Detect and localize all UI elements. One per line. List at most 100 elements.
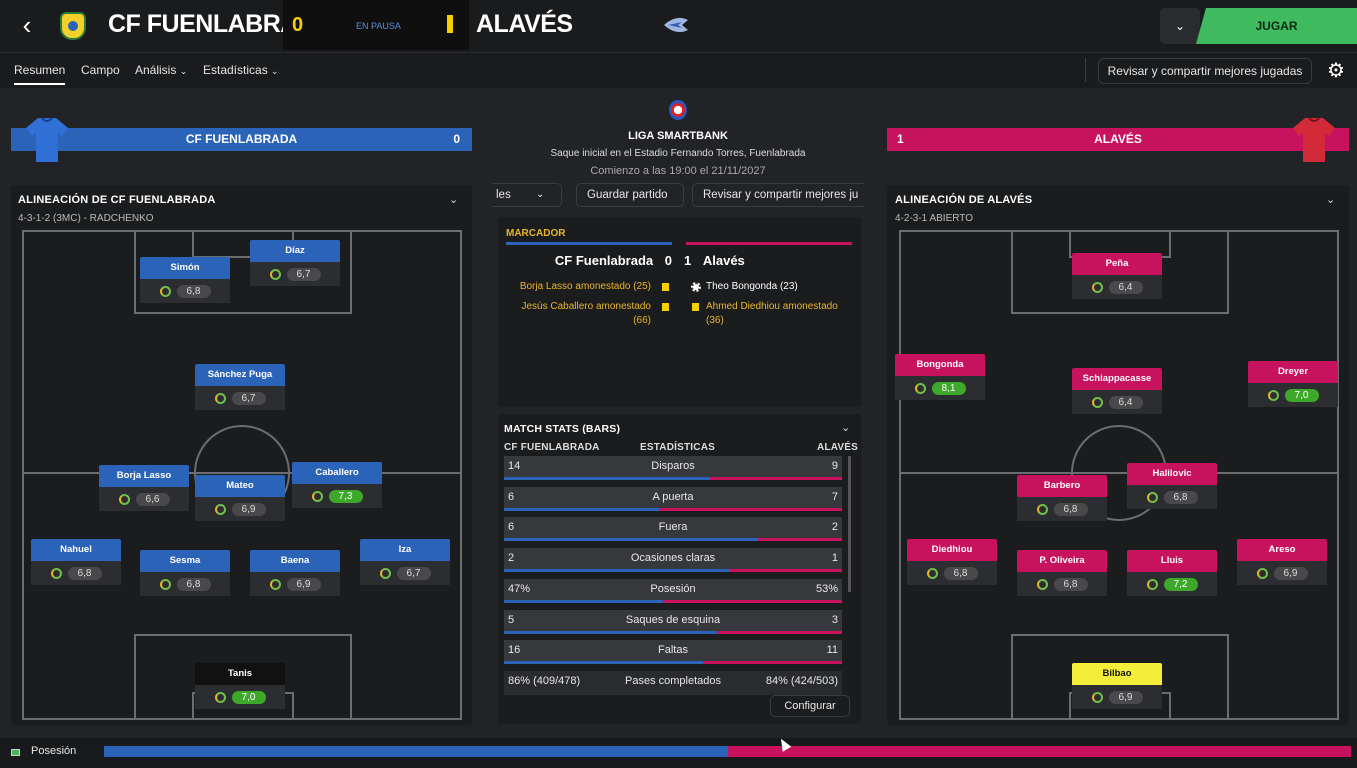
player-rating-row: 6,4 xyxy=(1072,275,1162,299)
stat-label: Ocasiones claras xyxy=(630,552,716,565)
player-card[interactable]: Sánchez Puga 6,7 xyxy=(195,364,285,410)
chevron-down-icon: ⌄ xyxy=(271,66,279,76)
player-card[interactable]: Simón 6,8 xyxy=(140,257,230,303)
player-card[interactable]: Dreyer 7,0 xyxy=(1248,361,1338,407)
player-name: Bongonda xyxy=(895,354,985,376)
play-button[interactable]: JUGAR xyxy=(1196,8,1357,44)
player-card[interactable]: Sesma 6,8 xyxy=(140,550,230,596)
stat-away-value: 11 xyxy=(826,644,838,657)
away-bar-name: ALAVÉS xyxy=(1094,132,1142,146)
home-lineup-panel: ALINEACIÓN DE CF FUENLABRADA 4-3-1-2 (3M… xyxy=(11,185,472,725)
view-dropdown[interactable]: les ⌄ xyxy=(492,183,562,207)
league-logo-icon xyxy=(669,100,687,120)
player-name: Sánchez Puga xyxy=(195,364,285,386)
away-formation: 4-2-3-1 ABIERTO xyxy=(895,213,973,224)
scoreboard-panel: MARCADOR CF Fuenlabrada 0 1 Alavés Borja… xyxy=(498,217,861,407)
share-highlights-button[interactable]: Revisar y compartir mejores jugadas xyxy=(1098,58,1312,84)
configure-button[interactable]: Configurar xyxy=(770,695,850,717)
home-bar-name: CF FUENLABRADA xyxy=(185,132,298,146)
player-card[interactable]: Nahuel 6,8 xyxy=(31,539,121,585)
stat-home-bar xyxy=(504,599,663,603)
player-rating: 6,4 xyxy=(1108,280,1143,294)
player-card[interactable]: Peña 6,4 xyxy=(1072,253,1162,299)
rating-icon xyxy=(1146,491,1158,503)
chevron-down-icon[interactable]: ⌄ xyxy=(841,421,850,434)
chevron-down-icon[interactable]: ⌄ xyxy=(1160,8,1200,44)
player-card[interactable]: Mateo 6,9 xyxy=(195,475,285,521)
player-card[interactable]: Schiappacasse 6,4 xyxy=(1072,368,1162,414)
player-name: Sesma xyxy=(140,550,230,572)
player-card[interactable]: Bongonda 8,1 xyxy=(895,354,985,400)
rating-icon xyxy=(1256,567,1268,579)
player-card[interactable]: Bilbao 6,9 xyxy=(1072,663,1162,709)
stat-row: Pases completados 86% (409/478) 84% (424/5… xyxy=(504,670,842,695)
stat-away-value: 53% xyxy=(815,582,838,595)
player-card[interactable]: Caballero 7,3 xyxy=(292,462,382,508)
player-card[interactable]: Barbero 6,8 xyxy=(1017,475,1107,521)
player-card[interactable]: Lluis 7,2 xyxy=(1127,550,1217,596)
stat-row: Posesión 47% 53% xyxy=(504,578,842,603)
player-rating-row: 6,8 xyxy=(907,561,997,585)
save-match-button[interactable]: Guardar partido xyxy=(576,183,684,207)
away-bar-score: 1 xyxy=(897,132,904,146)
yellow-card-icon xyxy=(692,303,699,311)
chevron-down-icon[interactable]: ⌄ xyxy=(1326,193,1335,206)
stat-row: Saques de esquina 5 3 xyxy=(504,609,842,634)
player-name: Díaz xyxy=(250,240,340,262)
stat-away-value: 7 xyxy=(831,490,838,503)
player-rating-row: 6,8 xyxy=(1017,572,1107,596)
player-card[interactable]: Areso 6,9 xyxy=(1237,539,1327,585)
player-rating: 6,9 xyxy=(1273,566,1308,580)
stat-home-bar xyxy=(504,569,731,573)
tab-resumen[interactable]: Resumen xyxy=(14,63,66,85)
stats-col-away: ALAVÉS xyxy=(817,442,859,453)
player-card[interactable]: P. Oliveira 6,8 xyxy=(1017,550,1107,596)
stat-home-value: 16 xyxy=(508,644,521,657)
scoreboard-home-score: 0 xyxy=(664,253,672,268)
player-rating-row: 6,7 xyxy=(360,561,450,585)
tab-analisis-label: Análisis xyxy=(135,63,177,77)
stat-away-bar xyxy=(710,477,842,480)
player-rating-row: 6,8 xyxy=(140,572,230,596)
player-name: Caballero xyxy=(292,462,382,484)
stat-label: Saques de esquina xyxy=(625,613,721,626)
player-rating-row: 7,2 xyxy=(1127,572,1217,596)
stats-scrollbar[interactable] xyxy=(848,456,851,592)
tab-campo[interactable]: Campo xyxy=(81,63,120,77)
back-arrow-icon[interactable]: ‹ xyxy=(14,12,40,38)
rating-icon xyxy=(1146,578,1158,590)
away-shirt-icon xyxy=(1293,117,1335,162)
player-card[interactable]: Halilovic 6,8 xyxy=(1127,463,1217,509)
stat-away-value: 2 xyxy=(831,521,838,534)
player-card[interactable]: Iza 6,7 xyxy=(360,539,450,585)
player-rating-row: 6,6 xyxy=(99,487,189,511)
player-card[interactable]: Borja Lasso 6,6 xyxy=(99,465,189,511)
stat-row: Disparos 14 9 xyxy=(504,456,842,480)
tab-estadisticas[interactable]: Estadísticas ⌄ xyxy=(203,63,279,77)
stat-away-bar xyxy=(757,538,842,542)
player-card[interactable]: Díaz 6,7 xyxy=(250,240,340,286)
share-highlights-button-center[interactable]: Revisar y compartir mejores ju xyxy=(692,183,864,207)
stat-home-bar xyxy=(504,661,704,665)
player-card[interactable]: Diedhiou 6,8 xyxy=(907,539,997,585)
chevron-down-icon[interactable]: ⌄ xyxy=(449,193,458,206)
player-name: Simón xyxy=(140,257,230,279)
stat-row: Fuera 6 2 xyxy=(504,517,842,542)
kickoff-text: Comienzo a las 19:00 el 21/11/2027 xyxy=(590,165,766,177)
tab-analisis[interactable]: Análisis ⌄ xyxy=(135,63,187,77)
away-lineup-title: ALINEACIÓN DE ALAVÉS xyxy=(895,194,1033,206)
player-rating: 6,9 xyxy=(1108,690,1143,704)
player-rating: 6,8 xyxy=(67,566,102,580)
rating-icon xyxy=(1091,281,1103,293)
player-rating-row: 6,7 xyxy=(195,386,285,410)
stat-home-bar xyxy=(504,538,758,542)
player-card[interactable]: Tanis 7,0 xyxy=(195,663,285,709)
player-rating-row: 6,8 xyxy=(1017,497,1107,521)
possession-home-fill xyxy=(104,746,728,757)
gear-icon[interactable]: ⚙ xyxy=(1322,58,1350,84)
stat-home-value: 6 xyxy=(508,490,515,503)
divider xyxy=(1085,58,1086,82)
stat-away-value: 3 xyxy=(831,613,838,626)
player-rating-row: 6,8 xyxy=(31,561,121,585)
player-card[interactable]: Baena 6,9 xyxy=(250,550,340,596)
